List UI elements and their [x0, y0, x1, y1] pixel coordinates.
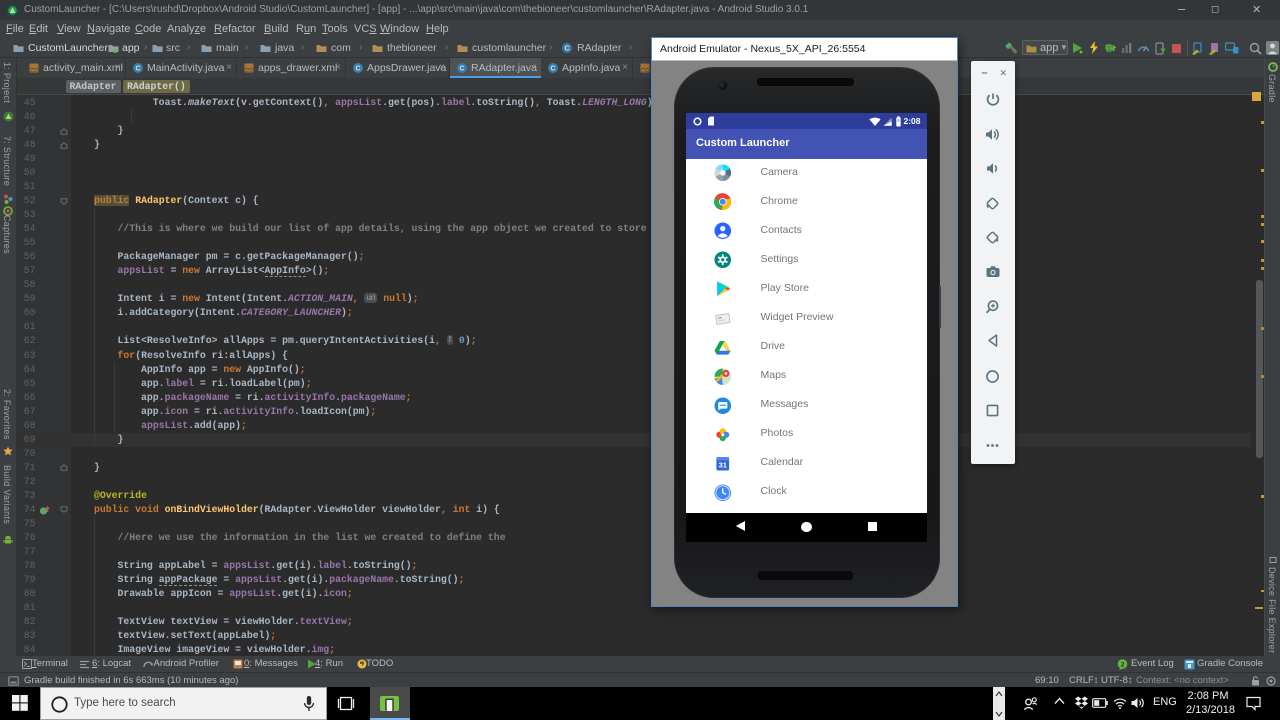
svg-text:C: C: [355, 66, 360, 73]
svg-text:</>: </>: [246, 67, 253, 72]
svg-text:C: C: [564, 46, 569, 53]
svg-text:</>: </>: [642, 67, 649, 72]
svg-text:C: C: [135, 66, 140, 73]
svg-text:2: 2: [1121, 661, 1125, 668]
svg-text:C: C: [550, 66, 555, 73]
svg-text:</>: </>: [31, 67, 38, 72]
svg-text:C: C: [459, 66, 464, 73]
svg-text:31: 31: [719, 460, 727, 469]
